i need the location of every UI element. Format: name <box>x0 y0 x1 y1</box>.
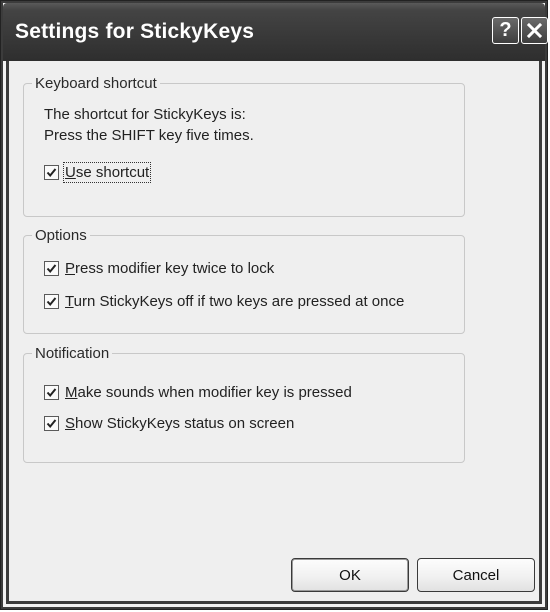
use-shortcut-check-box[interactable] <box>44 165 59 180</box>
make-sounds-label-rest: ake sounds when modifier key is pressed <box>77 384 352 401</box>
shortcut-description-line2: Press the SHIFT key five times. <box>44 127 254 144</box>
make-sounds-checkbox[interactable]: Make sounds when modifier key is pressed <box>44 384 352 401</box>
notification-legend: Notification <box>35 345 110 362</box>
press-modifier-check-box[interactable] <box>44 261 59 276</box>
close-button[interactable] <box>521 17 548 44</box>
show-status-checkbox[interactable]: Show StickyKeys status on screen <box>44 415 294 432</box>
use-shortcut-checkbox[interactable]: Use shortcut <box>44 162 152 183</box>
turn-off-label: Turn StickyKeys off if two keys are pres… <box>65 293 404 310</box>
options-legend: Options <box>35 227 87 244</box>
use-shortcut-label-rest: se shortcut <box>75 164 150 181</box>
title-bar[interactable]: Settings for StickyKeys ? <box>3 3 548 61</box>
press-modifier-label: Press modifier key twice to lock <box>65 260 274 277</box>
show-status-label-rest: how StickyKeys status on screen <box>75 415 295 432</box>
help-icon: ? <box>499 19 512 41</box>
turn-off-label-rest: urn StickyKeys off if two keys are press… <box>73 293 405 310</box>
dialog-title: Settings for StickyKeys <box>15 20 255 43</box>
checkmark-icon <box>46 297 57 307</box>
show-status-label: Show StickyKeys status on screen <box>65 415 294 432</box>
checkmark-icon <box>46 168 57 178</box>
make-sounds-check-box[interactable] <box>44 385 59 400</box>
shortcut-description-line1: The shortcut for StickyKeys is: <box>44 106 246 123</box>
keyboard-shortcut-legend: Keyboard shortcut <box>35 75 157 92</box>
checkmark-icon <box>46 419 57 429</box>
make-sounds-mnemonic: M <box>65 384 78 401</box>
cancel-button[interactable]: Cancel <box>417 558 535 592</box>
help-button[interactable]: ? <box>492 17 519 44</box>
press-modifier-mnemonic: P <box>65 260 76 277</box>
press-modifier-label-rest: ress modifier key twice to lock <box>75 260 275 277</box>
turn-off-checkbox[interactable]: Turn StickyKeys off if two keys are pres… <box>44 293 404 310</box>
keyboard-shortcut-group: Keyboard shortcut <box>23 75 465 217</box>
turn-off-check-box[interactable] <box>44 294 59 309</box>
notification-group: Notification <box>23 345 465 463</box>
checkmark-icon <box>46 388 57 398</box>
use-shortcut-mnemonic: U <box>65 164 76 181</box>
show-status-check-box[interactable] <box>44 416 59 431</box>
press-modifier-checkbox[interactable]: Press modifier key twice to lock <box>44 260 274 277</box>
settings-dialog: Settings for StickyKeys ? Keyboard short… <box>0 0 548 610</box>
checkmark-icon <box>46 264 57 274</box>
close-icon <box>526 22 543 39</box>
make-sounds-label: Make sounds when modifier key is pressed <box>65 384 352 401</box>
use-shortcut-label: Use shortcut <box>62 162 152 183</box>
show-status-mnemonic: S <box>65 415 76 432</box>
turn-off-mnemonic: T <box>65 293 74 310</box>
options-group: Options <box>23 227 465 334</box>
ok-button[interactable]: OK <box>291 558 409 592</box>
